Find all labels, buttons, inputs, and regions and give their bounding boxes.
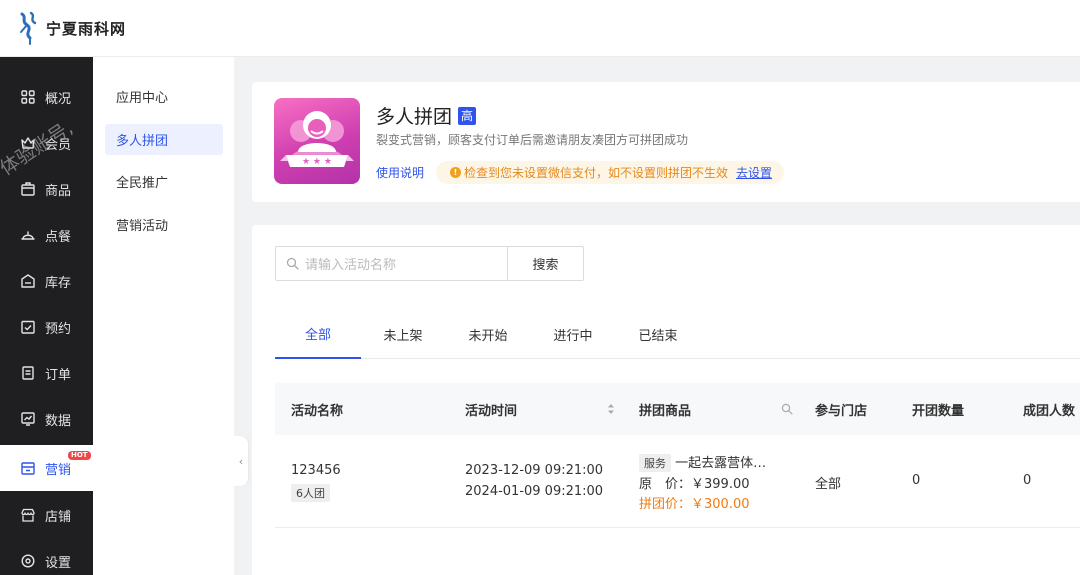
product-name: 一起去露营体… [675,456,767,471]
go-settings-link[interactable]: 去设置 [736,164,772,181]
collapse-sidebar-button[interactable]: ‹ [234,436,248,486]
search-placeholder: 请输入活动名称 [305,258,397,273]
group-size-tag: 6人团 [291,484,330,502]
subnav-item-campaigns[interactable]: 营销活动 [105,209,223,240]
group-price-value: ￥300.00 [691,497,750,512]
sidebar-item-label: 订单 [45,367,72,383]
group-buy-app-icon: ★ ★ ★ [274,98,360,184]
dish-icon [20,227,36,243]
usage-guide-link[interactable]: 使用说明 [376,164,424,181]
sidebar-item-label: 概况 [45,91,72,107]
sidebar-item-label: 商品 [45,183,72,199]
group-price-label: 拼团价： [639,497,692,512]
sort-icon[interactable] [607,401,615,417]
activity-end-time: 2024-01-09 09:21:00 [465,484,604,499]
grid-icon [20,89,36,105]
activity-start-time: 2023-12-09 09:21:00 [465,463,604,478]
svg-text:★ ★ ★: ★ ★ ★ [302,157,332,167]
sidebar-item-orders[interactable]: 订单 [0,350,93,396]
warning-text: 检查到您未设置微信支付，如不设置则拼团不生效 [464,166,729,180]
sidebar-item-label: 点餐 [45,229,72,245]
search-icon [286,257,299,270]
calendar-check-icon [20,319,36,335]
tab-not-started[interactable]: 未开始 [445,309,531,359]
feature-description: 裂变式营销，顾客支付订单后需邀请朋友凑团方可拼团成功 [376,133,689,147]
original-price: 原 价：￥399.00 [639,473,750,492]
secondary-sidebar: 应用中心 多人拼团 全民推广 营销活动 [93,57,234,575]
sidebar-item-label: 库存 [45,275,72,291]
sidebar-item-products[interactable]: 商品 [0,166,93,212]
group-size-label: 6人团 [291,484,330,502]
marketing-icon [20,460,36,476]
chevron-left-icon: ‹ [238,454,244,468]
sidebar-item-store[interactable]: 店铺 [0,492,93,538]
payment-warning: ! 检查到您未设置微信支付，如不设置则拼团不生效 去设置 [436,161,785,184]
activity-list-card: 请输入活动名称 搜索 全部 未上架 未开始 进行中 已结束 活动名称 活动时间 … [252,225,1080,575]
column-stores: 参与门店 [815,403,868,419]
sidebar-item-data[interactable]: 数据 [0,396,93,442]
sidebar-item-label: 数据 [45,413,72,429]
crown-icon [20,135,36,151]
chart-icon [20,411,36,427]
table-row[interactable]: 123456 6人团 2023-12-09 09:21:00 2024-01-0… [275,435,1080,528]
product-type-tag: 服务 [639,454,671,472]
tab-in-progress[interactable]: 进行中 [531,309,615,359]
settings-icon [20,553,36,569]
warehouse-icon [20,273,36,289]
tab-ended[interactable]: 已结束 [615,309,701,359]
sidebar-item-label: 设置 [45,555,72,571]
sidebar-item-label: 营销 [45,462,72,478]
sidebar-item-settings[interactable]: 设置 [0,538,93,575]
original-price-value: ￥399.00 [691,477,750,492]
sidebar-item-inventory[interactable]: 库存 [0,258,93,304]
product-title: 服务 一起去露营体… [639,452,766,472]
sidebar-item-label: 预约 [45,321,72,337]
hot-badge: HOT [68,451,91,460]
group-price: 拼团价：￥300.00 [639,493,750,512]
sidebar-item-ordering[interactable]: 点餐 [0,212,93,258]
subnav-item-promotion[interactable]: 全民推广 [105,166,223,197]
store-icon [20,507,36,523]
sidebar-item-label: 会员 [45,137,72,153]
search-input[interactable]: 请输入活动名称 [275,246,507,281]
search-button[interactable]: 搜索 [507,246,584,281]
sidebar-item-label: 店铺 [45,509,72,525]
page-title: 多人拼团 高 [376,102,477,129]
activity-name: 123456 [291,463,341,478]
subnav-item-app-center[interactable]: 应用中心 [105,81,223,112]
column-group-product: 拼团商品 [639,403,692,419]
logo-text: 宁夏雨科网 [46,19,127,38]
column-activity-time: 活动时间 [465,403,518,419]
page-title-text: 多人拼团 [376,106,453,128]
sidebar-item-overview[interactable]: 概况 [0,74,93,120]
participating-stores: 全部 [815,477,842,492]
logo-icon [18,11,42,45]
table-header: 活动名称 活动时间 拼团商品 参与门店 开团数量 成团人数 [275,383,1080,435]
search-icon[interactable] [781,403,793,415]
sidebar-item-booking[interactable]: 预约 [0,304,93,350]
level-badge: 高 [458,106,477,125]
receipt-icon [20,365,36,381]
box-icon [20,181,36,197]
column-groups-opened: 开团数量 [912,403,965,419]
main-sidebar: 概况 会员 商品 点餐 库存 预约 订单 数据 营销 HOT 店铺 设置 [0,57,93,575]
subnav-item-group-buy[interactable]: 多人拼团 [105,124,223,155]
groups-opened-count: 0 [912,473,921,488]
original-price-label: 原 价： [639,477,692,492]
sidebar-item-members[interactable]: 会员 [0,120,93,166]
tab-not-listed[interactable]: 未上架 [361,309,445,359]
groups-completed-count: 0 [1023,473,1032,488]
top-header: 宁夏雨科网 [0,0,1080,57]
feature-info-card: ★ ★ ★ 多人拼团 高 裂变式营销，顾客支付订单后需邀请朋友凑团方可拼团成功 … [252,82,1080,202]
sidebar-item-marketing[interactable]: 营销 HOT [0,445,93,491]
column-group-size: 成团人数 [1023,403,1076,419]
status-tabs: 全部 未上架 未开始 进行中 已结束 [275,309,1080,359]
column-activity-name: 活动名称 [291,403,344,419]
warning-icon: ! [450,167,461,178]
tab-all[interactable]: 全部 [275,309,361,359]
